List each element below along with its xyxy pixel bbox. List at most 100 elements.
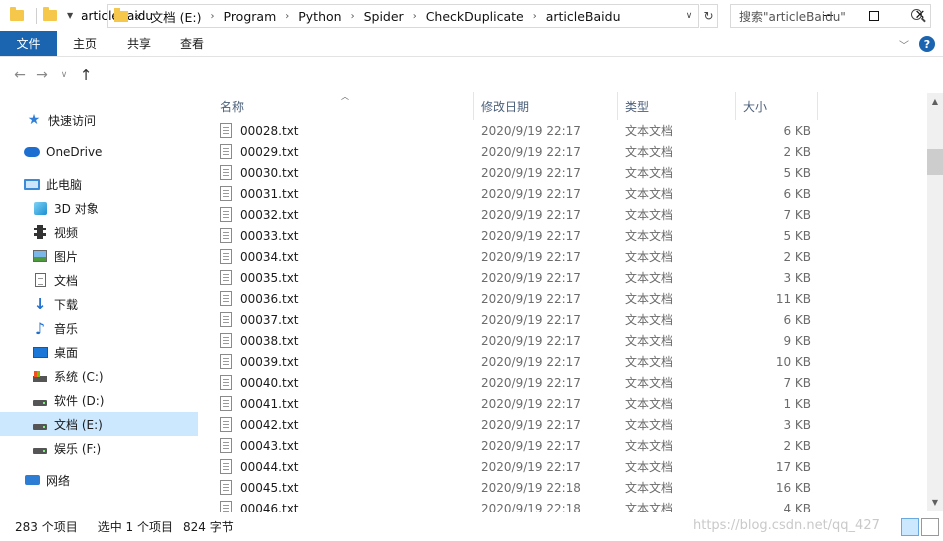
breadcrumb-separator-icon[interactable]: ›	[211, 11, 215, 22]
address-bar[interactable]: « 文档 (E:) › Program › Python › Spider › …	[107, 4, 699, 28]
drive-icon	[32, 392, 48, 408]
sidebar-item-drive-f[interactable]: 娱乐 (F:)	[0, 436, 198, 460]
table-row[interactable]: 00041.txt 2020/9/19 22:17 文本文档 1 KB	[213, 393, 927, 414]
table-row[interactable]: 00034.txt 2020/9/19 22:17 文本文档 2 KB	[213, 246, 927, 267]
file-name-cell[interactable]: 00035.txt	[220, 267, 299, 288]
file-name-cell[interactable]: 00031.txt	[220, 183, 299, 204]
breadcrumb-separator-icon[interactable]: ›	[351, 11, 355, 22]
breadcrumb-separator-icon[interactable]: ›	[285, 11, 289, 22]
sidebar-item-network[interactable]: 网络	[0, 468, 198, 492]
back-arrow-icon[interactable]: ←	[9, 67, 31, 83]
file-name: 00045.txt	[240, 480, 299, 495]
sidebar-item-drive-c[interactable]: 系统 (C:)	[0, 364, 198, 388]
sidebar-item-drive-e[interactable]: 文档 (E:)	[0, 412, 198, 436]
column-header-name[interactable]: 名称 ︿	[213, 92, 474, 120]
details-view-icon[interactable]	[901, 518, 919, 536]
scrollbar-thumb[interactable]	[927, 149, 943, 175]
sidebar-item-drive-d[interactable]: 软件 (D:)	[0, 388, 198, 412]
file-name-cell[interactable]: 00046.txt	[220, 498, 299, 512]
table-row[interactable]: 00032.txt 2020/9/19 22:17 文本文档 7 KB	[213, 204, 927, 225]
item-count: 283 个项目	[15, 520, 78, 534]
table-row[interactable]: 00039.txt 2020/9/19 22:17 文本文档 10 KB	[213, 351, 927, 372]
sidebar-item-3d-objects[interactable]: 3D 对象	[0, 196, 198, 220]
column-header-size[interactable]: 大小	[736, 92, 818, 120]
sidebar-item-music[interactable]: ♪ 音乐	[0, 316, 198, 340]
text-file-icon	[220, 291, 232, 306]
scroll-down-arrow-icon[interactable]: ▼	[927, 494, 943, 511]
expand-ribbon-chevron-icon[interactable]: ﹀	[899, 37, 909, 52]
table-row[interactable]: 00037.txt 2020/9/19 22:17 文本文档 6 KB	[213, 309, 927, 330]
file-name-cell[interactable]: 00037.txt	[220, 309, 299, 330]
breadcrumb-overflow[interactable]: «	[134, 9, 142, 24]
up-arrow-icon[interactable]: ↑	[75, 66, 97, 84]
breadcrumb-drive-e[interactable]: 文档 (E:)	[151, 7, 202, 26]
table-row[interactable]: 00031.txt 2020/9/19 22:17 文本文档 6 KB	[213, 183, 927, 204]
tab-home[interactable]: 主页	[57, 31, 113, 56]
file-type-cell: 文本文档	[625, 334, 674, 348]
breadcrumb-separator-icon[interactable]: ›	[533, 11, 537, 22]
file-name-cell[interactable]: 00034.txt	[220, 246, 299, 267]
customize-toolbar-dropdown-icon[interactable]: ▼	[67, 11, 73, 20]
table-row[interactable]: 00033.txt 2020/9/19 22:17 文本文档 5 KB	[213, 225, 927, 246]
table-row[interactable]: 00040.txt 2020/9/19 22:17 文本文档 7 KB	[213, 372, 927, 393]
large-icons-view-icon[interactable]	[921, 518, 939, 536]
breadcrumb-spider[interactable]: Spider	[364, 9, 404, 24]
breadcrumb-program[interactable]: Program	[224, 9, 277, 24]
sidebar-item-desktop[interactable]: 桌面	[0, 340, 198, 364]
sidebar-item-videos[interactable]: 视频	[0, 220, 198, 244]
column-header-date[interactable]: 修改日期	[474, 92, 618, 120]
file-name-cell[interactable]: 00029.txt	[220, 141, 299, 162]
breadcrumb-checkduplicate[interactable]: CheckDuplicate	[426, 9, 524, 24]
vertical-scrollbar[interactable]: ▲ ▼	[927, 93, 943, 511]
sidebar-item-quick-access[interactable]: ★ 快速访问	[0, 108, 198, 132]
file-name-cell[interactable]: 00030.txt	[220, 162, 299, 183]
file-name-cell[interactable]: 00032.txt	[220, 204, 299, 225]
table-row[interactable]: 00036.txt 2020/9/19 22:17 文本文档 11 KB	[213, 288, 927, 309]
breadcrumb-separator-icon[interactable]: ›	[413, 11, 417, 22]
table-row[interactable]: 00046.txt 2020/9/19 22:18 文本文档 4 KB	[213, 498, 927, 512]
table-row[interactable]: 00043.txt 2020/9/19 22:17 文本文档 2 KB	[213, 435, 927, 456]
breadcrumb-articlebaidu[interactable]: articleBaidu	[546, 9, 621, 24]
help-icon[interactable]: ?	[919, 36, 935, 52]
sidebar-item-this-pc[interactable]: 此电脑	[0, 172, 198, 196]
file-name-cell[interactable]: 00043.txt	[220, 435, 299, 456]
file-name-cell[interactable]: 00028.txt	[220, 120, 299, 141]
recent-locations-chevron-icon[interactable]: ∨	[53, 70, 75, 80]
table-row[interactable]: 00045.txt 2020/9/19 22:18 文本文档 16 KB	[213, 477, 927, 498]
table-row[interactable]: 00042.txt 2020/9/19 22:17 文本文档 3 KB	[213, 414, 927, 435]
file-name-cell[interactable]: 00039.txt	[220, 351, 299, 372]
file-name-cell[interactable]: 00042.txt	[220, 414, 299, 435]
tab-share[interactable]: 共享	[113, 31, 165, 56]
file-name-cell[interactable]: 00036.txt	[220, 288, 299, 309]
search-placeholder[interactable]: 搜索"articleBaidu"	[739, 8, 846, 25]
column-header-type[interactable]: 类型	[618, 92, 736, 120]
sidebar-item-downloads[interactable]: ↓ 下载	[0, 292, 198, 316]
address-history-dropdown-icon[interactable]: ∨	[680, 5, 698, 27]
refresh-icon[interactable]: ↻	[700, 4, 718, 28]
table-row[interactable]: 00029.txt 2020/9/19 22:17 文本文档 2 KB	[213, 141, 927, 162]
table-row[interactable]: 00044.txt 2020/9/19 22:17 文本文档 17 KB	[213, 456, 927, 477]
file-name-cell[interactable]: 00038.txt	[220, 330, 299, 351]
table-row[interactable]: 00030.txt 2020/9/19 22:17 文本文档 5 KB	[213, 162, 927, 183]
file-name-cell[interactable]: 00040.txt	[220, 372, 299, 393]
file-name-cell[interactable]: 00041.txt	[220, 393, 299, 414]
forward-arrow-icon[interactable]: →	[31, 67, 53, 83]
file-date-cell: 2020/9/19 22:17	[481, 459, 581, 474]
table-row[interactable]: 00028.txt 2020/9/19 22:17 文本文档 6 KB	[213, 120, 927, 141]
table-row[interactable]: 00038.txt 2020/9/19 22:17 文本文档 9 KB	[213, 330, 927, 351]
sidebar-item-documents[interactable]: 文档	[0, 268, 198, 292]
file-name-cell[interactable]: 00044.txt	[220, 456, 299, 477]
new-folder-icon[interactable]	[43, 7, 57, 21]
sidebar-item-onedrive[interactable]: OneDrive	[0, 140, 198, 164]
scroll-up-arrow-icon[interactable]: ▲	[927, 93, 943, 110]
file-name-cell[interactable]: 00033.txt	[220, 225, 299, 246]
file-name-cell[interactable]: 00045.txt	[220, 477, 299, 498]
search-box[interactable]: 搜索"articleBaidu"	[730, 4, 931, 28]
search-icon[interactable]	[911, 9, 922, 20]
tab-file[interactable]: 文件	[0, 31, 57, 56]
breadcrumb-python[interactable]: Python	[298, 9, 341, 24]
table-row[interactable]: 00035.txt 2020/9/19 22:17 文本文档 3 KB	[213, 267, 927, 288]
sidebar-item-pictures[interactable]: 图片	[0, 244, 198, 268]
file-date-cell: 2020/9/19 22:17	[481, 354, 581, 369]
tab-view[interactable]: 查看	[165, 31, 219, 56]
